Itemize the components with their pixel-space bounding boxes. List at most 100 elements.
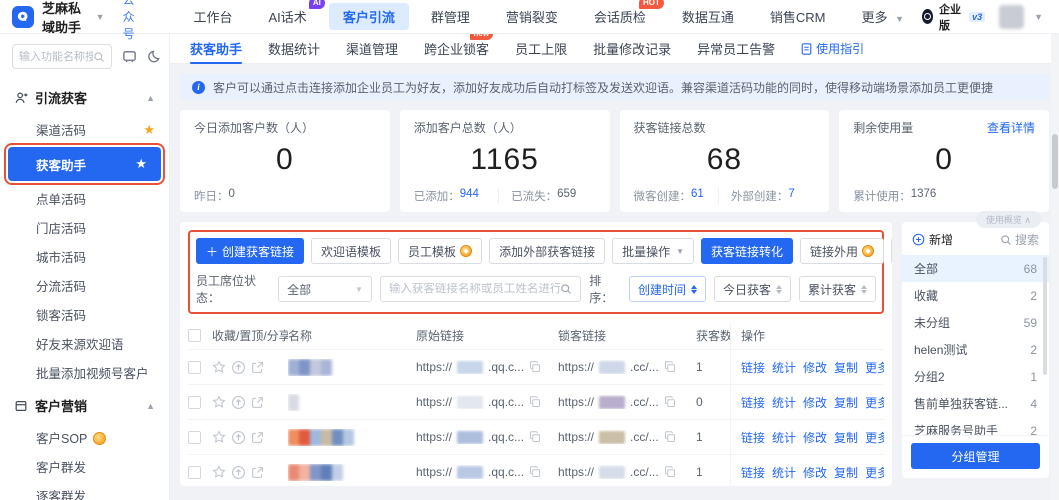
group-item[interactable]: helen测试 2 (902, 336, 1049, 363)
seat-status-select[interactable]: 全部▼ (278, 276, 372, 302)
action-edit[interactable]: 修改 (803, 394, 827, 411)
staff-template-button[interactable]: 员工模板◆ (398, 238, 482, 264)
add-group-button[interactable]: 新增 (912, 231, 953, 248)
share-icon[interactable] (251, 466, 264, 479)
star-icon[interactable] (212, 360, 226, 374)
groups-scrollbar-thumb[interactable] (1043, 257, 1047, 375)
action-link[interactable]: 链接 (741, 464, 765, 481)
copy-icon[interactable] (664, 396, 676, 408)
sidebar-item-lock-qr[interactable]: 锁客活码 (0, 300, 169, 329)
brand-chevron-down-icon[interactable]: ▼ (96, 12, 105, 22)
action-statistics[interactable]: 统计 (772, 359, 796, 376)
row-checkbox[interactable] (188, 396, 201, 409)
action-edit[interactable]: 修改 (803, 429, 827, 446)
group-item[interactable]: 售前单独获客链... 4 (902, 390, 1049, 417)
copy-icon[interactable] (529, 396, 541, 408)
copy-icon[interactable] (664, 431, 676, 443)
sidebar-item-per-customer-broadcast[interactable]: 逐客群发 (0, 481, 169, 500)
sort-by-created-time[interactable]: 创建时间 (629, 276, 706, 302)
link-conversion-button[interactable]: 获客链接转化 (701, 238, 793, 264)
link-search-box[interactable] (380, 276, 581, 302)
action-edit[interactable]: 修改 (803, 464, 827, 481)
group-item[interactable]: 芝麻服务号助手 2 (902, 417, 1049, 435)
tab-channel-management[interactable]: 渠道管理 (346, 34, 398, 63)
action-copy[interactable]: 复制 (834, 394, 858, 411)
sidebar-item-friend-source-welcome[interactable]: 好友来源欢迎语 (0, 329, 169, 358)
share-icon[interactable] (251, 396, 264, 409)
view-details-link[interactable]: 查看详情 (987, 119, 1035, 136)
group-item[interactable]: 分组2 1 (902, 363, 1049, 390)
action-link[interactable]: 链接 (741, 429, 765, 446)
action-more[interactable]: 更多 (865, 394, 884, 411)
nav-item-chat-inspection[interactable]: 会话质检HOT (580, 3, 660, 30)
action-statistics[interactable]: 统计 (772, 429, 796, 446)
nav-item-sales-crm[interactable]: 销售CRM (756, 3, 840, 30)
batch-operation-button[interactable]: 批量操作▼ (612, 238, 694, 264)
nav-item-workbench[interactable]: 工作台 (180, 3, 247, 30)
tab-abnormal-staff-alert[interactable]: 异常员工告警 (697, 34, 775, 63)
nav-item-group-management[interactable]: 群管理 (417, 3, 484, 30)
action-more[interactable]: 更多 (865, 359, 884, 376)
action-link[interactable]: 链接 (741, 394, 765, 411)
user-avatar[interactable] (999, 5, 1024, 29)
sidebar-search-box[interactable] (12, 44, 112, 69)
tab-acquisition-assistant[interactable]: 获客助手 (190, 34, 242, 63)
add-external-link-button[interactable]: 添加外部获客链接 (489, 238, 605, 264)
manage-groups-button[interactable]: 分组管理 (911, 443, 1040, 469)
nav-item-ai-script[interactable]: AI话术AI (255, 3, 321, 30)
pin-top-icon[interactable] (231, 430, 246, 445)
sort-by-today-acquired[interactable]: 今日获客 (714, 276, 791, 302)
share-metrics-button[interactable]: 分享指标 (891, 238, 892, 264)
action-more[interactable]: 更多 (865, 429, 884, 446)
sidebar-section-marketing[interactable]: 客户营销 ▲ (0, 387, 169, 423)
action-copy[interactable]: 复制 (834, 359, 858, 376)
tab-batch-edit-log[interactable]: 批量修改记录 (593, 34, 671, 63)
collapse-overview-toggle[interactable]: 使用概览 ∧ (976, 211, 1041, 228)
share-icon[interactable] (251, 361, 264, 374)
sidebar-section-acquisition[interactable]: 引流获客 ▲ (0, 79, 169, 115)
link-search-input[interactable] (389, 283, 560, 295)
action-statistics[interactable]: 统计 (772, 464, 796, 481)
nav-item-more[interactable]: 更多 ▼ (848, 3, 923, 30)
action-more[interactable]: 更多 (865, 464, 884, 481)
usage-guide-link[interactable]: 使用指引 (801, 40, 864, 57)
action-copy[interactable]: 复制 (834, 464, 858, 481)
nav-item-customer-acquisition[interactable]: 客户引流 (329, 3, 409, 30)
pin-top-icon[interactable] (231, 465, 246, 480)
group-item[interactable]: 全部 68 (902, 255, 1049, 282)
copy-icon[interactable] (664, 361, 676, 373)
star-icon[interactable] (212, 395, 226, 409)
share-icon[interactable] (251, 431, 264, 444)
tab-cross-enterprise-lock[interactable]: 跨企业锁客new (424, 34, 489, 63)
external-link-use-button[interactable]: 链接外用◆ (800, 238, 884, 264)
action-statistics[interactable]: 统计 (772, 394, 796, 411)
account-type-link[interactable]: 公众号 (123, 0, 146, 42)
sidebar-search-input[interactable] (19, 51, 93, 63)
sidebar-item-split-qr[interactable]: 分流活码 (0, 271, 169, 300)
group-search-button[interactable]: 搜索 (1000, 231, 1039, 248)
favorite-star-icon[interactable]: ★ (143, 122, 155, 138)
tab-data-statistics[interactable]: 数据统计 (268, 34, 320, 63)
page-scrollbar[interactable] (1051, 34, 1059, 500)
sidebar-item-order-qr[interactable]: 点单活码 (0, 184, 169, 213)
pin-top-icon[interactable] (231, 360, 246, 375)
sidebar-item-channel-qr[interactable]: 渠道活码★ (0, 115, 169, 144)
favorite-star-icon[interactable]: ★ (135, 156, 147, 172)
star-icon[interactable] (212, 465, 226, 479)
copy-icon[interactable] (664, 466, 676, 478)
sidebar-item-store-qr[interactable]: 门店活码 (0, 213, 169, 242)
action-link[interactable]: 链接 (741, 359, 765, 376)
create-link-button[interactable]: ＋创建获客链接 (196, 238, 304, 264)
quick-nav-icon[interactable] (122, 49, 137, 64)
nav-item-marketing-fission[interactable]: 营销裂变 (492, 3, 572, 30)
pin-top-icon[interactable] (231, 395, 246, 410)
sidebar-item-city-qr[interactable]: 城市活码 (0, 242, 169, 271)
group-item[interactable]: 收藏 2 (902, 282, 1049, 309)
welcome-template-button[interactable]: 欢迎语模板 (311, 238, 391, 264)
star-icon[interactable] (212, 430, 226, 444)
sidebar-item-customer-broadcast[interactable]: 客户群发 (0, 452, 169, 481)
copy-icon[interactable] (529, 466, 541, 478)
row-checkbox[interactable] (188, 466, 201, 479)
chevron-up-icon[interactable]: ▲ (146, 93, 155, 103)
sort-by-total-acquired[interactable]: 累计获客 (799, 276, 876, 302)
